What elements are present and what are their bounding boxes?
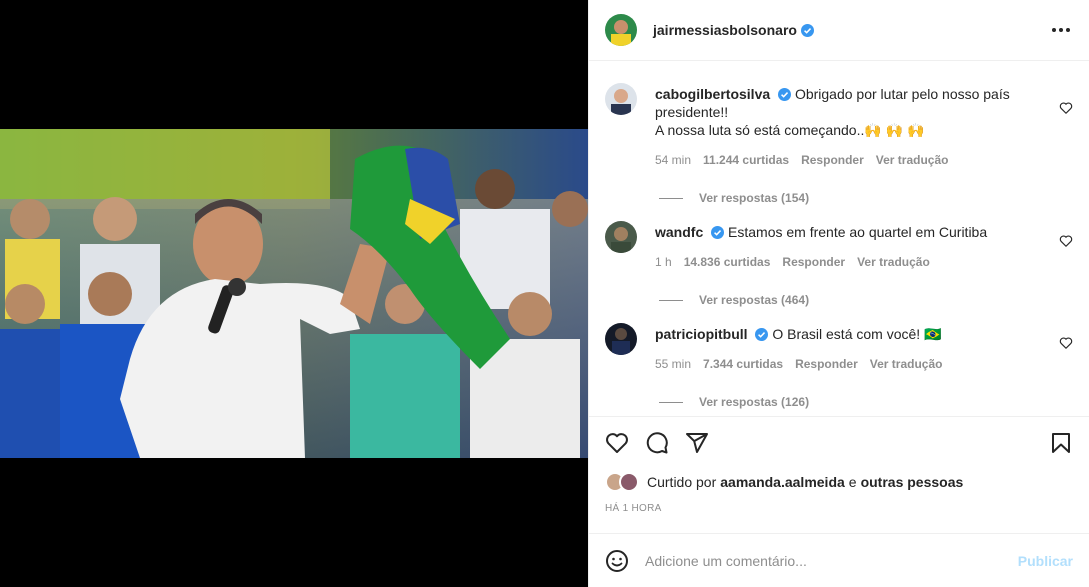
replies-divider — [659, 401, 683, 403]
emoji-icon[interactable] — [605, 549, 629, 573]
comment-text: O Brasil está com você! 🇧🇷 — [772, 326, 942, 342]
post-header: jairmessiasbolsonaro — [589, 0, 1089, 61]
comment-time[interactable]: 55 min — [655, 355, 691, 373]
liked-by-connector: e — [848, 474, 857, 490]
reply-button[interactable]: Responder — [801, 151, 864, 169]
comment-likes[interactable]: 7.344 curtidas — [703, 355, 783, 373]
liked-by-user[interactable]: aamanda.aalmeida — [720, 474, 845, 490]
publish-button[interactable]: Publicar — [1018, 553, 1073, 569]
comment-username[interactable]: wandfc — [655, 224, 703, 240]
author-username[interactable]: jairmessiasbolsonaro — [653, 22, 797, 38]
comment-icon[interactable] — [645, 431, 669, 455]
liked-by-avatars[interactable] — [605, 472, 643, 492]
comment-time[interactable]: 54 min — [655, 151, 691, 169]
liker-avatar — [619, 472, 639, 492]
like-heart-icon[interactable] — [605, 431, 629, 455]
author-avatar[interactable] — [605, 14, 637, 46]
heart-icon[interactable] — [1059, 101, 1073, 115]
liked-by-summary: Curtido por aamanda.aalmeida e outras pe… — [589, 469, 1089, 495]
liked-by-prefix: Curtido por — [647, 474, 717, 490]
view-replies-label: Ver respostas (464) — [699, 293, 810, 307]
comment-likes[interactable]: 11.244 curtidas — [703, 151, 789, 169]
reply-button[interactable]: Responder — [795, 355, 858, 373]
post-photo[interactable] — [0, 129, 588, 458]
share-icon[interactable] — [685, 431, 709, 455]
verified-badge-icon — [711, 226, 725, 239]
view-replies-label: Ver respostas (126) — [699, 395, 810, 409]
heart-icon[interactable] — [1059, 234, 1073, 248]
more-icon — [1052, 28, 1070, 32]
verified-badge-icon — [755, 328, 769, 341]
view-replies-button[interactable]: Ver respostas (126) — [659, 395, 1073, 409]
liked-by-others[interactable]: outras pessoas — [861, 474, 964, 490]
comment-username[interactable]: cabogilbertosilva — [655, 86, 770, 102]
comment-item: patriciopitbull O Brasil está com você! … — [605, 307, 1073, 373]
reply-button[interactable]: Responder — [782, 253, 845, 271]
view-replies-label: Ver respostas (154) — [699, 191, 810, 205]
post-actions-bar — [589, 417, 1089, 469]
post-side-panel: jairmessiasbolsonaro cabogilbertosilva O… — [588, 0, 1089, 587]
comment-meta: 1 h 14.836 curtidas Responder Ver traduç… — [655, 253, 1027, 271]
comment-item: cabogilbertosilva Obrigado por lutar pel… — [605, 61, 1073, 169]
comment-text: Estamos em frente ao quartel em Curitiba — [728, 224, 988, 240]
post-media-panel — [0, 0, 588, 587]
more-options-button[interactable] — [1049, 18, 1073, 42]
translate-button[interactable]: Ver tradução — [876, 151, 949, 169]
comment-avatar[interactable] — [605, 323, 637, 355]
comment-avatar[interactable] — [605, 221, 637, 253]
verified-badge-icon — [778, 88, 792, 101]
comment-avatar[interactable] — [605, 83, 637, 115]
comment-item: wandfc Estamos em frente ao quartel em C… — [605, 205, 1073, 271]
replies-divider — [659, 197, 683, 199]
translate-button[interactable]: Ver tradução — [870, 355, 943, 373]
replies-divider — [659, 299, 683, 301]
comment-time[interactable]: 1 h — [655, 253, 672, 271]
heart-icon[interactable] — [1059, 336, 1073, 350]
bookmark-icon[interactable] — [1049, 431, 1073, 455]
comment-username[interactable]: patriciopitbull — [655, 326, 748, 342]
comment-input[interactable] — [645, 552, 1018, 569]
comments-list[interactable]: cabogilbertosilva Obrigado por lutar pel… — [589, 61, 1089, 417]
view-replies-button[interactable]: Ver respostas (154) — [659, 191, 1073, 205]
view-replies-button[interactable]: Ver respostas (464) — [659, 293, 1073, 307]
post-photo-graphic — [0, 129, 588, 458]
comment-text-line2: A nossa luta só está começando..🙌 🙌 🙌 — [655, 122, 925, 138]
verified-badge-icon — [800, 23, 814, 37]
comment-likes[interactable]: 14.836 curtidas — [684, 253, 771, 271]
translate-button[interactable]: Ver tradução — [857, 253, 930, 271]
post-timestamp[interactable]: HÁ 1 HORA — [589, 495, 1089, 535]
add-comment-bar: Publicar — [589, 533, 1089, 587]
comment-meta: 55 min 7.344 curtidas Responder Ver trad… — [655, 355, 1027, 373]
comment-meta: 54 min 11.244 curtidas Responder Ver tra… — [655, 151, 1027, 169]
